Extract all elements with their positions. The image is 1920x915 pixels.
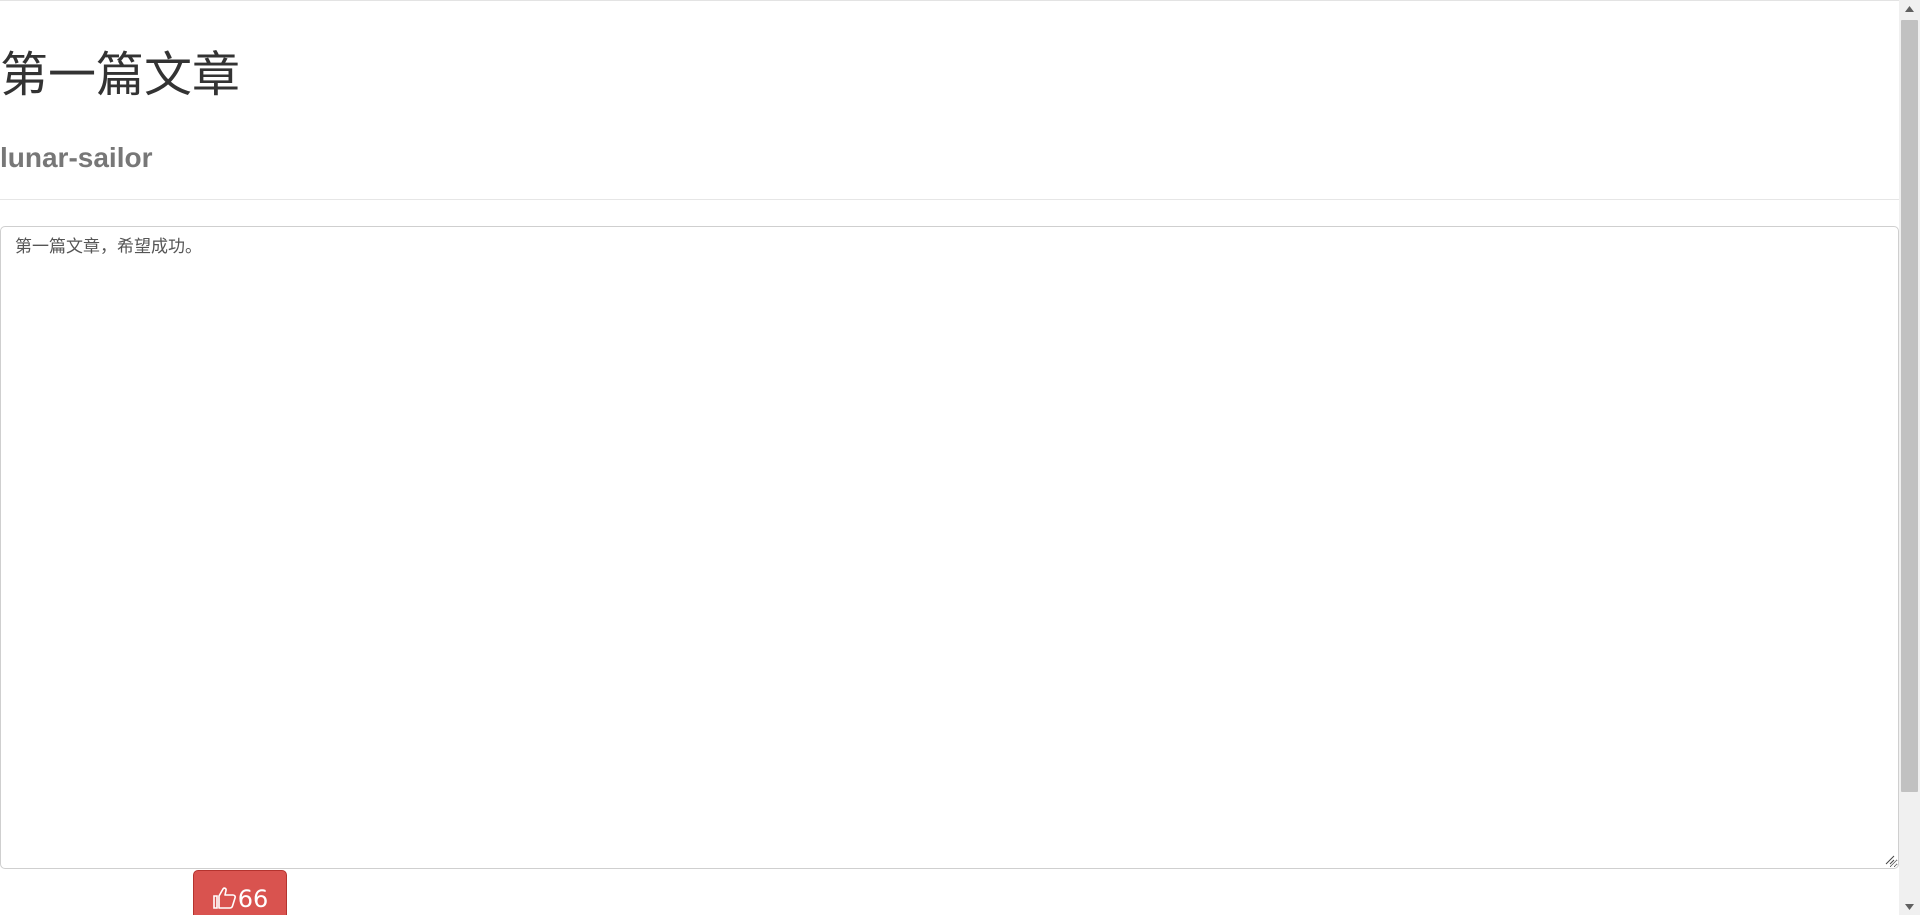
article-title: 第一篇文章	[0, 47, 241, 103]
article-content-textarea[interactable]: 第一篇文章，希望成功。	[0, 226, 1899, 869]
page-viewport: 第一篇文章 lunar-sailor 第一篇文章，希望成功。 66	[0, 0, 1899, 915]
chevron-down-icon	[1905, 903, 1914, 910]
vertical-scrollbar[interactable]	[1899, 0, 1920, 915]
header-divider	[0, 199, 1899, 200]
scroll-thumb[interactable]	[1901, 20, 1918, 792]
scroll-down-button[interactable]	[1899, 898, 1920, 915]
resize-grip-icon[interactable]	[1883, 853, 1895, 865]
scroll-up-button[interactable]	[1899, 0, 1920, 17]
like-count: 66	[237, 885, 269, 913]
thumbs-up-icon	[212, 887, 236, 909]
article-author: lunar-sailor	[0, 142, 153, 173]
like-button[interactable]: 66	[193, 870, 287, 915]
chevron-up-icon	[1905, 5, 1914, 12]
